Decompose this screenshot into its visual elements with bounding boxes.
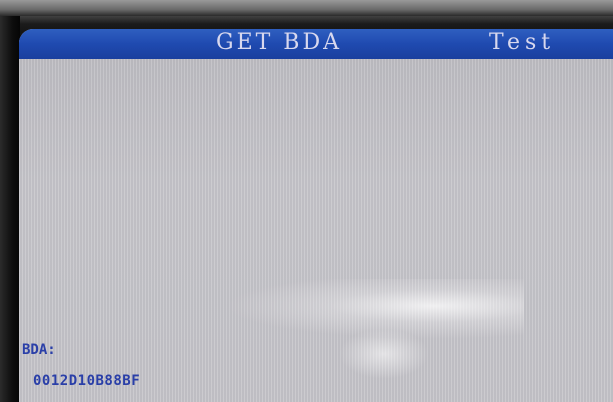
device-photo: GET BDA Test BDA: 0012D10B88BF [0,0,613,402]
screen-title: GET BDA [216,30,342,55]
screen-glare [224,279,524,339]
lcd-screen: GET BDA Test BDA: 0012D10B88BF [19,29,613,402]
device-bezel-left [0,16,20,402]
bda-label: BDA: [22,342,56,358]
screen-mode-label: Test [489,30,556,55]
title-bar: GET BDA Test [19,29,613,59]
device-bezel-top [0,0,613,16]
bda-value: 0012D10B88BF [33,373,141,389]
screen-glare-secondary [339,329,429,379]
